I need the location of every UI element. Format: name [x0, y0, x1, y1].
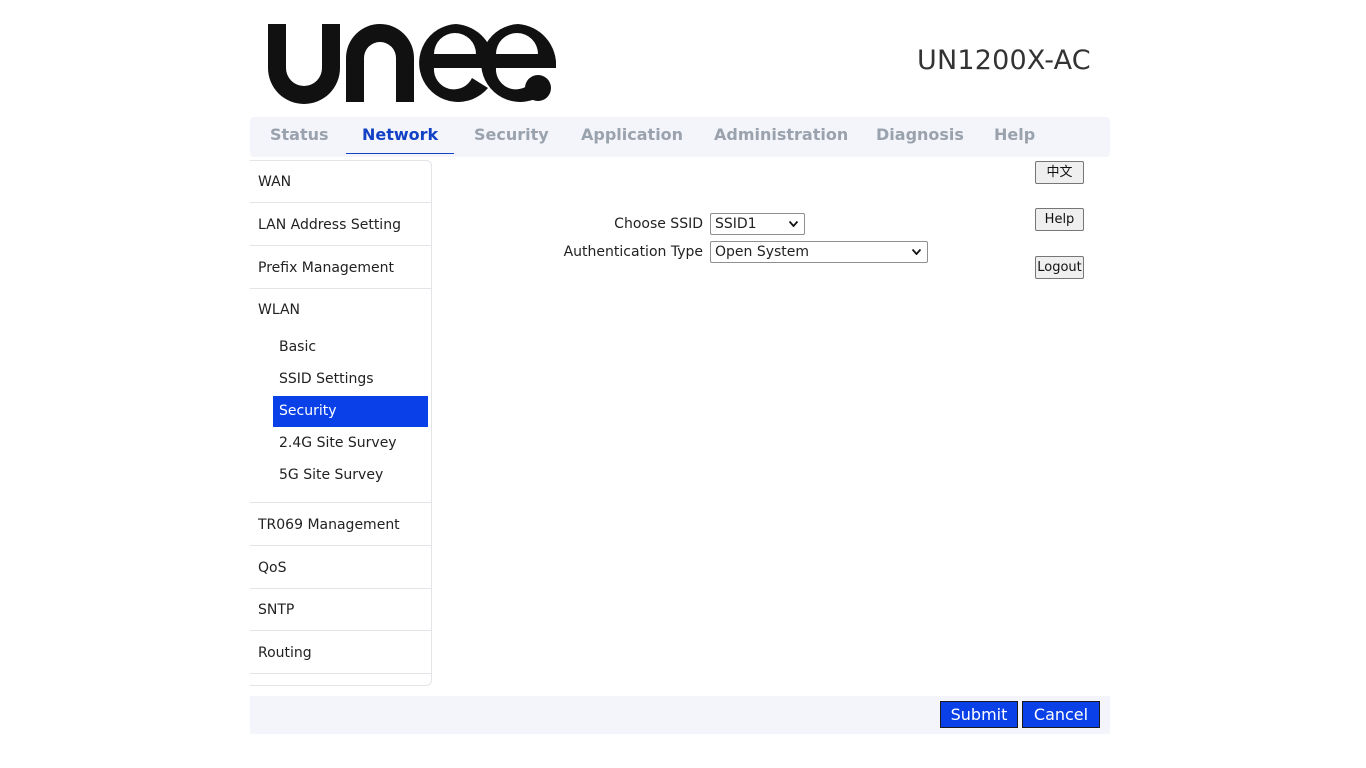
unee-logo: [268, 24, 556, 104]
sidebar-item-qos[interactable]: QoS: [250, 547, 431, 589]
sidebar-divider: [250, 502, 431, 503]
sidebar: WAN LAN Address Setting Prefix Managemen…: [250, 160, 432, 686]
choose-ssid-value: SSID1: [715, 216, 757, 232]
tab-diagnosis[interactable]: Diagnosis: [876, 117, 964, 153]
sidebar-item-prefix-management[interactable]: Prefix Management: [250, 247, 431, 289]
cancel-button[interactable]: Cancel: [1022, 701, 1100, 728]
sidebar-subitem-basic[interactable]: Basic: [273, 332, 428, 363]
choose-ssid-label: Choose SSID: [614, 216, 703, 232]
submit-button[interactable]: Submit: [940, 701, 1018, 728]
sidebar-subitem-ssid-settings[interactable]: SSID Settings: [273, 364, 428, 395]
top-nav: Status Network Security Application Admi…: [250, 117, 1110, 157]
sidebar-item-tr069-management[interactable]: TR069 Management: [250, 504, 431, 546]
tab-security[interactable]: Security: [474, 117, 549, 153]
sidebar-item-sntp[interactable]: SNTP: [250, 589, 431, 631]
tab-administration[interactable]: Administration: [714, 117, 848, 153]
tab-help[interactable]: Help: [994, 117, 1035, 153]
tab-network[interactable]: Network: [346, 117, 455, 154]
sidebar-subitem-security[interactable]: Security: [273, 396, 428, 427]
chevron-down-icon: [789, 221, 798, 227]
authentication-type-value: Open System: [715, 244, 810, 260]
tab-status[interactable]: Status: [270, 117, 329, 153]
tab-application[interactable]: Application: [581, 117, 683, 153]
sidebar-subitem-2-4g-site-survey[interactable]: 2.4G Site Survey: [273, 428, 428, 459]
authentication-type-select[interactable]: Open System: [710, 241, 928, 263]
chevron-down-icon: [912, 249, 921, 255]
sidebar-item-routing[interactable]: Routing: [250, 632, 431, 674]
model-name: UN1200X-AC: [917, 45, 1091, 76]
authentication-type-label: Authentication Type: [563, 244, 703, 260]
sidebar-item-lan-address-setting[interactable]: LAN Address Setting: [250, 204, 431, 246]
sidebar-subitem-5g-site-survey[interactable]: 5G Site Survey: [273, 460, 428, 491]
sidebar-item-wlan[interactable]: WLAN: [250, 289, 431, 331]
sidebar-item-wan[interactable]: WAN: [250, 161, 431, 203]
help-button[interactable]: Help: [1035, 208, 1084, 231]
choose-ssid-select[interactable]: SSID1: [710, 213, 805, 235]
language-button[interactable]: 中文: [1035, 161, 1084, 184]
logout-button[interactable]: Logout: [1035, 256, 1084, 279]
